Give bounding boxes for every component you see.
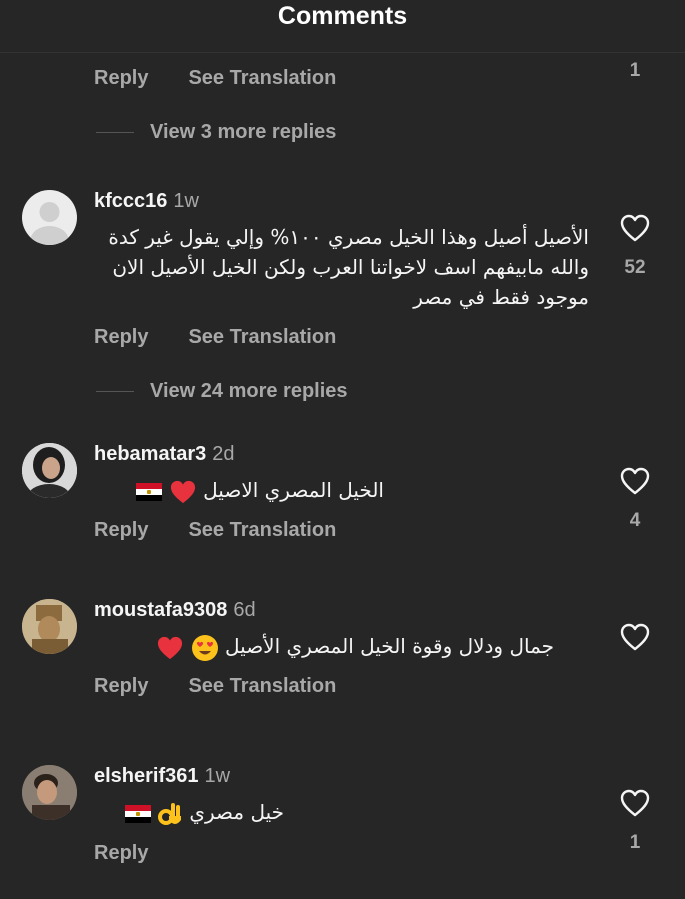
see-translation-button[interactable]: See Translation: [188, 675, 336, 697]
comment-text-row: خيل مصري: [94, 797, 284, 828]
see-translation-button[interactable]: See Translation: [188, 67, 336, 89]
comment-text: خيل مصري: [189, 800, 284, 824]
comment-header: elsherif361 1w: [94, 763, 230, 789]
reply-row: Reply: [94, 839, 148, 867]
timestamp: 1w: [173, 190, 199, 212]
comment-text: الأصيل أصيل وهذا الخيل مصري ١٠٠% وإلي يق…: [108, 225, 589, 309]
divider-line: [96, 132, 134, 134]
view-more-label: View 24 more replies: [150, 380, 348, 402]
reply-row: Reply See Translation: [94, 516, 336, 544]
avatar[interactable]: [22, 190, 77, 245]
profile-photo: [22, 765, 77, 820]
avatar[interactable]: [22, 765, 77, 820]
like-heart-icon[interactable]: [620, 623, 650, 651]
red-heart-icon: [170, 480, 195, 503]
reply-button[interactable]: Reply: [94, 675, 148, 697]
timestamp: 6d: [233, 599, 256, 621]
profile-photo: [22, 599, 77, 654]
page-title: Comments: [277, 2, 408, 30]
comment-text-row: الخيل المصري الاصيل: [94, 475, 384, 505]
comment-text-row: جمال ودلال وقوة الخيل المصري الأصيل: [94, 631, 554, 662]
egypt-flag-icon: [136, 482, 163, 501]
username[interactable]: elsherif361: [94, 765, 199, 787]
timestamp: 1w: [204, 765, 231, 787]
reply-button[interactable]: Reply: [94, 842, 148, 864]
avatar[interactable]: [22, 443, 77, 498]
reply-button[interactable]: Reply: [94, 326, 148, 348]
see-translation-button[interactable]: See Translation: [188, 519, 336, 541]
view-more-replies-button[interactable]: View 24 more replies: [96, 377, 348, 405]
avatar[interactable]: [22, 599, 77, 654]
comment-header: kfccc16 1w: [94, 188, 199, 214]
view-more-replies-button[interactable]: View 3 more replies: [96, 118, 336, 146]
like-heart-icon[interactable]: [620, 789, 650, 817]
reply-button[interactable]: Reply: [94, 519, 148, 541]
like-count: 1: [629, 832, 641, 853]
default-avatar-icon: [30, 202, 69, 245]
comment-header: hebamatar3 2d: [94, 441, 235, 467]
username[interactable]: kfccc16: [94, 190, 167, 212]
comments-header: Comments: [0, 0, 685, 53]
divider-line: [96, 391, 134, 393]
reply-row: Reply See Translation: [94, 323, 336, 351]
like-heart-icon[interactable]: [620, 467, 650, 495]
comment-text: الخيل المصري الاصيل: [203, 478, 384, 502]
heart-eyes-emoji-icon: [191, 634, 218, 661]
reply-row-top: Reply See Translation: [94, 64, 336, 92]
egypt-flag-icon: [124, 804, 151, 823]
like-count: 52: [624, 257, 646, 278]
see-translation-button[interactable]: See Translation: [188, 326, 336, 348]
username[interactable]: moustafa9308: [94, 599, 227, 621]
like-heart-icon[interactable]: [620, 214, 650, 242]
like-count: 1: [629, 60, 641, 81]
username[interactable]: hebamatar3: [94, 443, 206, 465]
reply-row: Reply See Translation: [94, 672, 336, 700]
view-more-label: View 3 more replies: [150, 121, 337, 143]
comment-header: moustafa9308 6d: [94, 597, 256, 623]
comment-text: جمال ودلال وقوة الخيل المصري الأصيل: [225, 634, 554, 658]
ok-hand-emoji-icon: [157, 802, 181, 825]
like-count: 4: [629, 510, 641, 531]
red-heart-icon: [158, 636, 183, 659]
reply-button[interactable]: Reply: [94, 67, 148, 89]
profile-photo: [22, 443, 77, 498]
timestamp: 2d: [212, 443, 235, 465]
